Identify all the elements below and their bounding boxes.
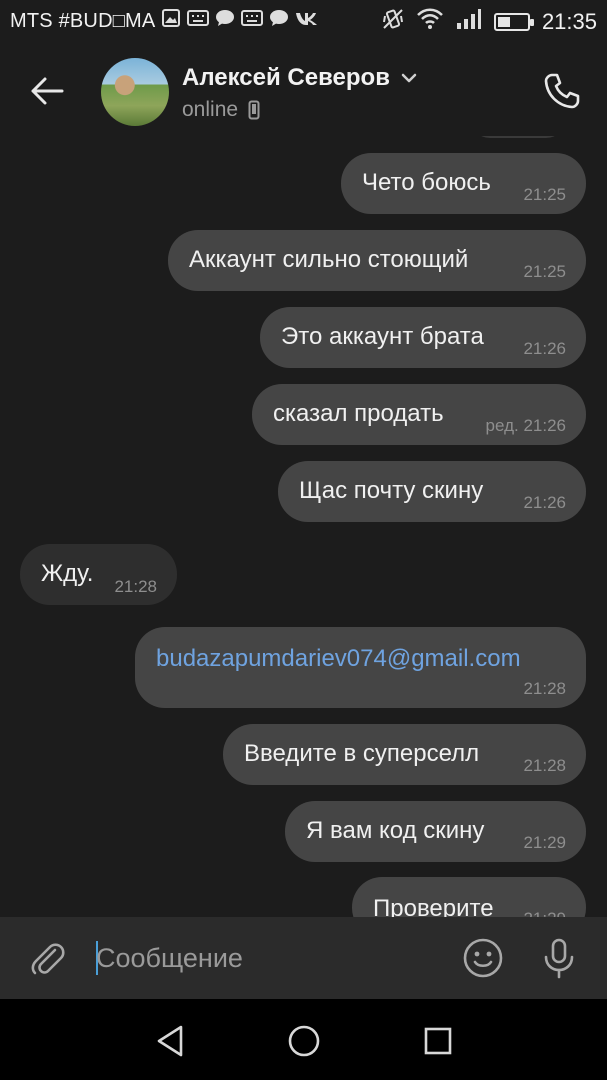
message-bubble[interactable]: сказал продать ред. 21:26 — [252, 384, 586, 445]
nav-home-button[interactable] — [282, 1019, 326, 1063]
keyboard-icon — [187, 10, 210, 32]
message-text: Проверите — [373, 895, 494, 917]
contact-name: Алексей Северов — [182, 64, 390, 91]
avatar[interactable] — [101, 58, 169, 126]
message-text: Я вам код скину — [306, 817, 485, 844]
image-icon — [161, 8, 181, 34]
message-text: сказал продать — [273, 400, 444, 427]
wifi-icon — [416, 8, 444, 36]
message-text: Введите в суперселл — [244, 740, 480, 767]
message-text: Это аккаунт брата — [281, 323, 484, 350]
message-bubble[interactable]: budazapumdariev074@gmail.com 21:28 — [135, 627, 586, 708]
message-time: 21:25 — [523, 262, 566, 281]
email-link[interactable]: budazapumdariev074@gmail.com — [156, 645, 521, 673]
message-time: 21:26 — [523, 493, 566, 512]
message-time: 21:28 — [114, 577, 157, 596]
message-text: Аккаунт сильно стоющий — [189, 246, 469, 273]
arrow-left-icon — [31, 77, 64, 105]
battery-icon — [493, 13, 534, 31]
attach-button[interactable] — [24, 935, 70, 981]
message-bubble[interactable]: Введите в суперселл 21:28 — [223, 724, 586, 785]
paperclip-icon — [31, 943, 65, 975]
status-bar-right: 21:35 — [382, 8, 597, 36]
clock: 21:35 — [541, 9, 597, 34]
nav-back-button[interactable] — [148, 1019, 192, 1063]
keyboard-icon — [241, 10, 264, 32]
message-input[interactable] — [96, 937, 436, 979]
mobile-icon — [248, 100, 260, 120]
message-composer — [0, 917, 607, 999]
message-list[interactable]: Чето боюсь 21:25 Аккаунт сильно стоющий … — [0, 136, 607, 917]
message-text: Жду. — [41, 560, 94, 587]
status-bar: MTS #BUD□MA 21:35 — [0, 0, 607, 44]
voice-record-button[interactable] — [536, 935, 582, 981]
message-bubble[interactable]: Чето боюсь 21:25 — [341, 153, 586, 214]
message-bubble-incoming[interactable]: Жду. 21:28 — [20, 544, 177, 605]
contact-status: online — [182, 98, 239, 121]
previous-bubble-edge — [470, 136, 566, 138]
message-bubble[interactable]: Щас почту скину 21:26 — [278, 461, 586, 522]
vibrate-icon — [382, 8, 404, 36]
chat-icon — [215, 9, 235, 33]
carrier-name: MTS #BUD□MA — [10, 9, 156, 32]
microphone-icon — [544, 938, 574, 979]
signal-icon — [456, 8, 482, 36]
message-time: 21:28 — [523, 679, 566, 698]
message-text: Щас почту скину — [299, 477, 484, 504]
message-time: 21:26 — [523, 339, 566, 358]
square-recents-icon — [424, 1027, 452, 1055]
triangle-back-icon — [157, 1025, 183, 1057]
message-text: Чето боюсь — [362, 169, 491, 196]
message-bubble[interactable]: Аккаунт сильно стоющий 21:25 — [168, 230, 586, 291]
status-bar-left: MTS #BUD□MA — [10, 8, 321, 34]
circle-home-icon — [288, 1025, 320, 1057]
message-time: 21:29 — [523, 833, 566, 852]
chat-header: Алексей Северов online — [0, 44, 607, 136]
nav-recents-button[interactable] — [416, 1019, 460, 1063]
system-nav-bar — [0, 999, 607, 1080]
message-time: 21:29 — [523, 909, 566, 917]
call-button[interactable] — [537, 66, 587, 116]
emoji-button[interactable] — [460, 935, 506, 981]
message-time: 21:25 — [523, 185, 566, 204]
message-bubble[interactable]: Проверите 21:29 — [352, 877, 586, 917]
smiley-icon — [463, 938, 503, 978]
message-time: ред. 21:26 — [485, 416, 566, 435]
back-button[interactable] — [22, 66, 72, 116]
vk-icon — [295, 10, 321, 32]
message-time: 21:28 — [523, 756, 566, 775]
contact-status-row: online — [182, 98, 260, 122]
chevron-down-icon — [401, 73, 417, 83]
contact-name-row[interactable]: Алексей Северов — [182, 64, 418, 92]
message-bubble[interactable]: Это аккаунт брата 21:26 — [260, 307, 586, 368]
chat-icon — [269, 9, 289, 33]
message-bubble[interactable]: Я вам код скину 21:29 — [285, 801, 586, 862]
phone-icon — [544, 73, 580, 109]
